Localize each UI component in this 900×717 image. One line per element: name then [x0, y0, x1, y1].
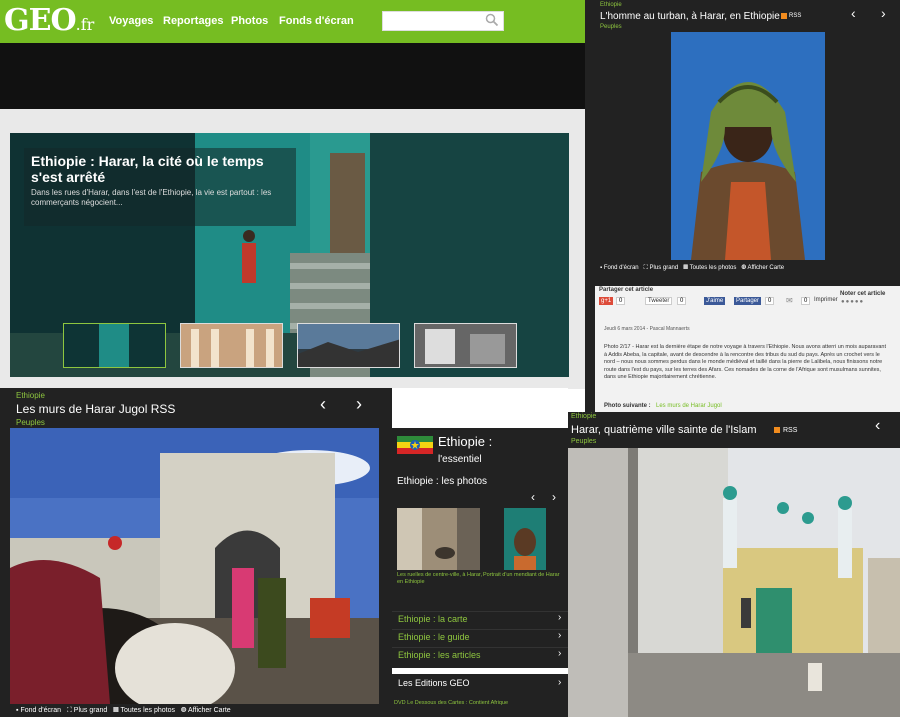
bl-map-icon[interactable]: ◍: [181, 707, 187, 714]
side-caption-1[interactable]: Les ruelles de centre-ville, à Harar, en…: [397, 572, 483, 586]
ethiopia-flag-icon: [397, 436, 433, 454]
chevron-right-icon: ›: [558, 677, 562, 688]
tr-toutes-photos[interactable]: Toutes les photos: [690, 265, 737, 271]
tr-rss[interactable]: RSS: [789, 13, 801, 19]
photo-harar-walls[interactable]: [10, 428, 379, 704]
tr-category[interactable]: Ethiopie: [600, 2, 622, 8]
search-icon[interactable]: [485, 13, 499, 27]
bl-grid-icon[interactable]: ▦: [113, 707, 119, 714]
hero-thumb-3[interactable]: [297, 323, 400, 368]
article-text: Photo 2/17 - Harar est la dernière étape…: [604, 344, 887, 380]
photo-harar-mosque[interactable]: [568, 448, 900, 717]
tr-title: L'homme au turban, à Harar, en Ethiopie: [600, 11, 780, 22]
bl-next-arrow-icon[interactable]: ›: [356, 394, 362, 415]
rating-stars[interactable]: ●●●●●: [841, 299, 864, 305]
nav-voyages[interactable]: Voyages: [109, 15, 153, 27]
print-link[interactable]: Imprimer: [814, 297, 838, 303]
tr-afficher-carte[interactable]: Afficher Carte: [748, 265, 785, 271]
fb-count: 0: [765, 297, 775, 305]
email-icon[interactable]: ✉: [786, 296, 793, 305]
side-thumb-2[interactable]: [504, 508, 546, 570]
side-footer[interactable]: DVD Le Dessous des Cartes : Contient Afr…: [394, 700, 508, 706]
gplus-count: 0: [616, 297, 626, 305]
next-photo-label: Photo suivante :: [604, 403, 651, 409]
share-label: Partager cet article: [599, 287, 654, 293]
bl-prev-arrow-icon[interactable]: ‹: [320, 394, 326, 415]
hero-subtitle: Dans les rues d'Harar, dans l'est de l'E…: [31, 188, 272, 207]
nav-photos[interactable]: Photos: [231, 15, 268, 27]
fb-like-button[interactable]: J'aime: [704, 297, 726, 305]
tweet-button[interactable]: Tweeter: [645, 297, 673, 305]
bl-afficher-carte[interactable]: Afficher Carte: [188, 707, 231, 714]
rate-label: Noter cet article: [840, 291, 886, 297]
side-prev-icon[interactable]: ‹: [531, 490, 535, 504]
br-rss-icon[interactable]: [774, 427, 780, 433]
hero-thumb-2[interactable]: [180, 323, 283, 368]
br-title: Harar, quatrième ville sainte de l'Islam: [571, 424, 757, 436]
bl-plus-grand[interactable]: Plus grand: [74, 707, 107, 714]
nav-reportages[interactable]: Reportages: [163, 15, 224, 27]
chevron-right-icon: ›: [558, 630, 562, 641]
chevron-right-icon: ›: [558, 648, 562, 659]
next-photo-link[interactable]: Les murs de Harar Jugol: [656, 403, 722, 409]
count-small: 0: [801, 297, 811, 305]
bl-enlarge-icon[interactable]: ⛶: [67, 707, 72, 714]
hero-title[interactable]: Ethiopie : Harar, la cité où le temps s'…: [31, 153, 291, 185]
bl-wallpaper-icon[interactable]: ▪: [16, 707, 18, 714]
wallpaper-icon[interactable]: ▪: [600, 265, 602, 271]
bl-toolbar: ▪ Fond d'écran ⛶ Plus grand ▦ Toutes les…: [16, 707, 231, 715]
br-tag[interactable]: Peuples: [571, 438, 596, 445]
side-gap: [392, 388, 568, 428]
bl-tag[interactable]: Peuples: [16, 418, 45, 427]
hero-thumb-4[interactable]: [414, 323, 517, 368]
tr-fond-ecran[interactable]: Fond d'écran: [604, 265, 639, 271]
side-thumb-1[interactable]: [397, 508, 480, 570]
side-caption-2[interactable]: Portrait d'un mendiant de Harar: [483, 572, 568, 579]
geo-logo[interactable]: GEO.fr: [4, 3, 94, 38]
side-photos-label[interactable]: Ethiopie : les photos: [397, 476, 487, 487]
enlarge-icon[interactable]: ⛶: [644, 265, 648, 271]
bl-title[interactable]: Les murs de Harar Jugol RSS: [16, 402, 175, 416]
side-title: Ethiopie :: [438, 434, 493, 449]
br-rss[interactable]: RSS: [783, 427, 797, 434]
article-date: Jeudi 6 mars 2014 - Pascal Mannaerts: [604, 326, 690, 332]
bl-fond-ecran[interactable]: Fond d'écran: [20, 707, 61, 714]
side-divider: [392, 668, 568, 674]
br-category[interactable]: Ethiopie: [571, 413, 596, 420]
side-link-guide[interactable]: Ethiopie : le guide: [392, 629, 568, 647]
side-next-icon[interactable]: ›: [552, 490, 556, 504]
side-subtitle: l'essentiel: [438, 454, 482, 465]
tr-plus-grand[interactable]: Plus grand: [650, 265, 679, 271]
side-editions[interactable]: Les Editions GEO: [398, 678, 470, 688]
bl-category[interactable]: Ethiopie: [16, 391, 45, 400]
gplus-button[interactable]: g+1: [599, 297, 614, 305]
tr-toolbar: ▪ Fond d'écran ⛶ Plus grand ▦ Toutes les…: [600, 265, 784, 272]
map-icon[interactable]: ◍: [741, 265, 746, 271]
nav-fonds-ecran[interactable]: Fonds d'écran: [279, 15, 354, 27]
side-link-articles[interactable]: Ethiopie : les articles: [392, 647, 568, 665]
prev-arrow-icon[interactable]: ‹: [851, 5, 856, 21]
fb-share-button[interactable]: Partager: [734, 297, 762, 305]
chevron-right-icon: ›: [558, 612, 562, 623]
rss-icon[interactable]: [781, 13, 787, 19]
next-arrow-icon[interactable]: ›: [881, 5, 886, 21]
br-prev-arrow-icon[interactable]: ‹: [875, 417, 880, 435]
tr-tag[interactable]: Peuples: [600, 24, 622, 30]
dark-banner: [0, 43, 585, 109]
side-link-carte[interactable]: Ethiopie : la carte: [392, 611, 568, 629]
bl-toutes-photos[interactable]: Toutes les photos: [121, 707, 175, 714]
photo-turban-man[interactable]: [671, 32, 825, 260]
tweet-count: 0: [677, 297, 687, 305]
hero-thumb-1[interactable]: [63, 323, 166, 368]
grid-icon[interactable]: ▦: [683, 265, 688, 271]
